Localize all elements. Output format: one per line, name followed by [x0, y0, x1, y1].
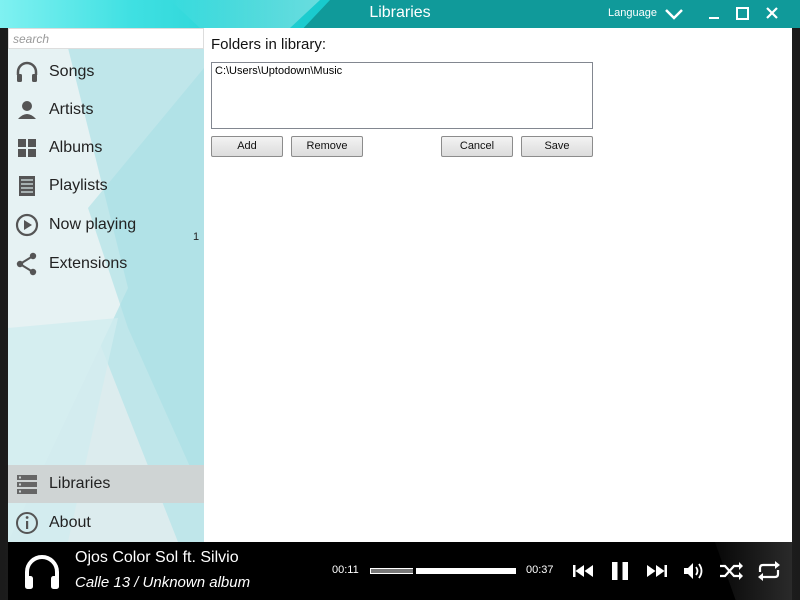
- cancel-button[interactable]: Cancel: [441, 136, 513, 157]
- play-circle-icon: [14, 212, 40, 238]
- sidebar-item-about[interactable]: About: [8, 504, 204, 542]
- sidebar: Songs Artists Albums Playlists Now playi…: [8, 28, 204, 542]
- now-playing-count: 1: [193, 231, 200, 243]
- language-label[interactable]: Language: [608, 7, 657, 19]
- seek-bar[interactable]: [370, 567, 516, 575]
- volume-icon[interactable]: [681, 558, 707, 584]
- pause-icon[interactable]: [607, 558, 633, 584]
- list-item[interactable]: C:\Users\Uptodown\Music: [215, 65, 589, 77]
- person-icon: [14, 97, 40, 123]
- seek-bar-thumb[interactable]: [413, 567, 416, 575]
- shuffle-icon[interactable]: [718, 558, 744, 584]
- track-artist-album: Calle 13 / Unknown album: [75, 574, 251, 591]
- page-title: Folders in library:: [211, 36, 327, 53]
- track-title: Ojos Color Sol ft. Silvio: [75, 549, 239, 566]
- app-window: Libraries Language Songs: [0, 0, 800, 600]
- next-icon[interactable]: [644, 558, 670, 584]
- sidebar-item-albums[interactable]: Albums: [8, 129, 204, 167]
- info-icon: [14, 510, 40, 536]
- folder-list[interactable]: C:\Users\Uptodown\Music: [211, 62, 593, 129]
- seek-bar-fill: [371, 569, 414, 573]
- minimize-icon[interactable]: [703, 4, 725, 24]
- share-icon: [14, 251, 40, 277]
- libraries-panel: Folders in library: C:\Users\Uptodown\Mu…: [204, 28, 792, 542]
- library-icon: [14, 471, 40, 497]
- sidebar-item-label: Libraries: [49, 475, 111, 492]
- grid-icon: [14, 135, 40, 161]
- remove-button[interactable]: Remove: [291, 136, 363, 157]
- player-bar: Ojos Color Sol ft. Silvio Calle 13 / Unk…: [8, 542, 792, 600]
- sidebar-item-label: Songs: [49, 63, 95, 80]
- save-button[interactable]: Save: [521, 136, 593, 157]
- chevron-down-icon[interactable]: [663, 4, 685, 24]
- sidebar-item-artists[interactable]: Artists: [8, 91, 204, 129]
- title-bar[interactable]: Libraries Language: [0, 0, 800, 28]
- list-icon: [14, 173, 40, 199]
- sidebar-item-label: Artists: [49, 101, 94, 118]
- maximize-icon[interactable]: [731, 4, 753, 24]
- sidebar-item-playlists[interactable]: Playlists: [8, 167, 204, 205]
- close-icon[interactable]: [761, 4, 783, 24]
- elapsed-time: 00:11: [332, 564, 359, 576]
- add-button[interactable]: Add: [211, 136, 283, 157]
- total-duration: 00:37: [526, 564, 554, 576]
- sidebar-item-songs[interactable]: Songs: [8, 53, 204, 91]
- sidebar-item-label: Now playing: [49, 216, 137, 233]
- sidebar-item-label: Extensions: [49, 255, 128, 272]
- repeat-icon[interactable]: [756, 558, 782, 584]
- previous-icon[interactable]: [570, 558, 596, 584]
- sidebar-item-label: About: [49, 514, 91, 531]
- search-input[interactable]: [8, 28, 204, 49]
- sidebar-item-extensions[interactable]: Extensions: [8, 245, 204, 283]
- sidebar-item-label: Playlists: [49, 177, 108, 194]
- headphones-icon: [14, 59, 40, 85]
- sidebar-item-now-playing[interactable]: Now playing: [8, 206, 204, 244]
- headphones-icon: [20, 550, 64, 594]
- sidebar-item-label: Albums: [49, 139, 103, 156]
- sidebar-item-libraries[interactable]: Libraries: [8, 465, 204, 503]
